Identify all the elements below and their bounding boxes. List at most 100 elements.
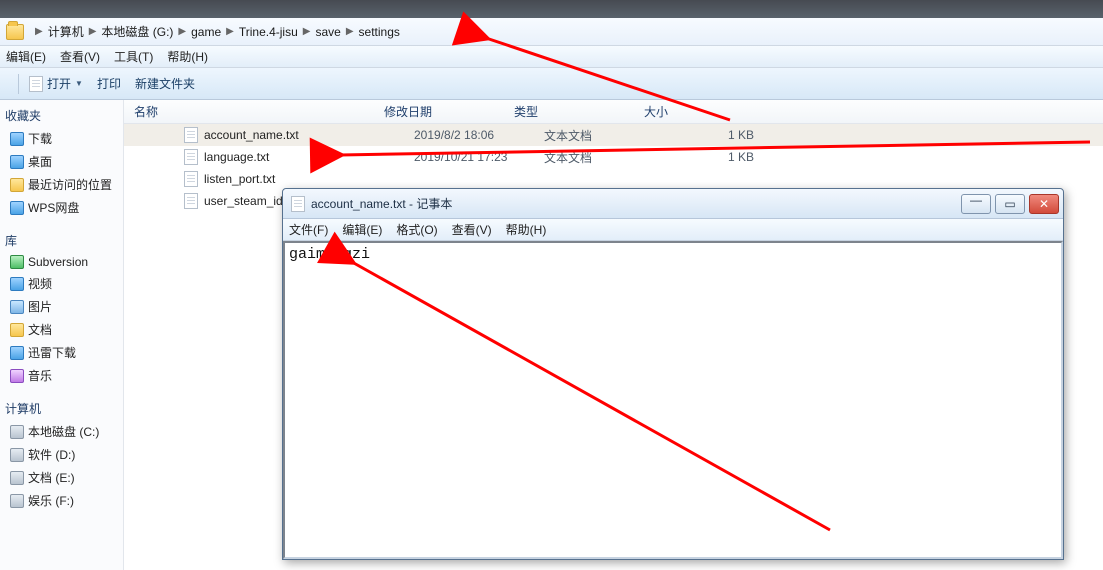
file-size: 1 KB bbox=[674, 150, 794, 164]
menu-file[interactable]: 文件(F) bbox=[289, 221, 328, 238]
thunder-icon bbox=[10, 346, 24, 360]
column-header-name[interactable]: 名称 bbox=[124, 103, 384, 120]
sidebar-item-label: 娱乐 (F:) bbox=[28, 492, 74, 509]
notepad-textarea[interactable] bbox=[285, 243, 1061, 557]
toolbar-separator bbox=[18, 74, 19, 94]
close-button[interactable]: ✕ bbox=[1029, 194, 1059, 214]
file-row[interactable]: language.txt2019/10/21 17:23文本文档1 KB bbox=[124, 146, 1103, 168]
navigation-pane: 收藏夹 下载 桌面 最近访问的位置 WPS网盘 库 Subversion 视频 … bbox=[0, 100, 124, 570]
file-name: listen_port.txt bbox=[204, 172, 414, 186]
sidebar-item-label: 视频 bbox=[28, 275, 52, 292]
maximize-button[interactable]: ▭ bbox=[995, 194, 1025, 214]
file-row[interactable]: listen_port.txt bbox=[124, 168, 1103, 190]
cloud-icon bbox=[10, 201, 24, 215]
breadcrumb-segment[interactable]: game bbox=[191, 25, 221, 39]
breadcrumb-segment[interactable]: Trine.4-jisu bbox=[239, 25, 298, 39]
menu-view[interactable]: 查看(V) bbox=[60, 48, 100, 65]
menu-view[interactable]: 查看(V) bbox=[452, 221, 492, 238]
breadcrumb-segment[interactable]: 本地磁盘 (G:) bbox=[101, 23, 173, 40]
drive-icon bbox=[10, 425, 24, 439]
notepad-menubar: 文件(F) 编辑(E) 格式(O) 查看(V) 帮助(H) bbox=[283, 219, 1063, 241]
close-icon: ✕ bbox=[1039, 197, 1049, 211]
sidebar-item-label: 本地磁盘 (C:) bbox=[28, 423, 99, 440]
sidebar-item[interactable]: 文档 (E:) bbox=[0, 466, 123, 489]
sidebar-item[interactable]: 图片 bbox=[0, 295, 123, 318]
sidebar-heading-label: 库 bbox=[5, 232, 17, 249]
notepad-titlebar[interactable]: account_name.txt - 记事本 — ▭ ✕ bbox=[283, 189, 1063, 219]
sidebar-item[interactable]: 软件 (D:) bbox=[0, 443, 123, 466]
sidebar-item-label: 文档 (E:) bbox=[28, 469, 75, 486]
desktop-background-strip bbox=[0, 0, 1103, 20]
address-bar[interactable]: ▶ 计算机 ▶ 本地磁盘 (G:) ▶ game ▶ Trine.4-jisu … bbox=[0, 18, 1103, 46]
column-headers: 名称 修改日期 类型 大小 bbox=[124, 100, 1103, 124]
document-icon bbox=[184, 171, 198, 187]
chevron-down-icon: ▼ bbox=[75, 79, 83, 88]
drive-icon bbox=[10, 471, 24, 485]
document-icon bbox=[291, 196, 305, 212]
sidebar-item-label: Subversion bbox=[28, 255, 88, 269]
svn-icon bbox=[10, 255, 24, 269]
sidebar-item[interactable]: 音乐 bbox=[0, 364, 123, 387]
menu-help[interactable]: 帮助(H) bbox=[167, 48, 208, 65]
sidebar-item-label: 桌面 bbox=[28, 153, 52, 170]
explorer-menubar: 编辑(E) 查看(V) 工具(T) 帮助(H) bbox=[0, 46, 1103, 68]
document-icon bbox=[184, 149, 198, 165]
chevron-right-icon: ▶ bbox=[35, 26, 43, 37]
menu-edit[interactable]: 编辑(E) bbox=[6, 48, 46, 65]
sidebar-item[interactable]: 迅雷下载 bbox=[0, 341, 123, 364]
file-size: 1 KB bbox=[674, 128, 794, 142]
sidebar-item[interactable]: 本地磁盘 (C:) bbox=[0, 420, 123, 443]
file-name: account_name.txt bbox=[204, 128, 414, 142]
recent-icon bbox=[10, 178, 24, 192]
sidebar-item[interactable]: WPS网盘 bbox=[0, 196, 123, 219]
sidebar-item-label: 图片 bbox=[28, 298, 52, 315]
file-date: 2019/8/2 18:06 bbox=[414, 128, 544, 142]
breadcrumb-segment[interactable]: 计算机 bbox=[48, 23, 84, 40]
chevron-right-icon: ▶ bbox=[178, 26, 186, 37]
menu-format[interactable]: 格式(O) bbox=[396, 221, 437, 238]
file-row[interactable]: account_name.txt2019/8/2 18:06文本文档1 KB bbox=[124, 124, 1103, 146]
folder-icon bbox=[6, 24, 24, 40]
file-type: 文本文档 bbox=[544, 127, 674, 144]
explorer-toolbar: 打开 ▼ 打印 新建文件夹 bbox=[0, 68, 1103, 100]
sidebar-group-favorites[interactable]: 收藏夹 bbox=[0, 104, 123, 127]
music-icon bbox=[10, 369, 24, 383]
new-folder-button[interactable]: 新建文件夹 bbox=[135, 75, 195, 92]
sidebar-item[interactable]: 桌面 bbox=[0, 150, 123, 173]
menu-edit[interactable]: 编辑(E) bbox=[342, 221, 382, 238]
open-button[interactable]: 打开 ▼ bbox=[29, 75, 83, 92]
picture-icon bbox=[10, 300, 24, 314]
breadcrumb-segment[interactable]: settings bbox=[359, 25, 400, 39]
sidebar-item-label: 下载 bbox=[28, 130, 52, 147]
sidebar-item-label: WPS网盘 bbox=[28, 199, 79, 216]
column-header-size[interactable]: 大小 bbox=[644, 103, 764, 120]
menu-help[interactable]: 帮助(H) bbox=[506, 221, 547, 238]
sidebar-item-label: 文档 bbox=[28, 321, 52, 338]
minimize-icon: — bbox=[970, 193, 982, 207]
drive-icon bbox=[10, 494, 24, 508]
sidebar-item[interactable]: 娱乐 (F:) bbox=[0, 489, 123, 512]
sidebar-item[interactable]: 视频 bbox=[0, 272, 123, 295]
document-icon bbox=[184, 127, 198, 143]
column-header-type[interactable]: 类型 bbox=[514, 103, 644, 120]
sidebar-item[interactable]: 下载 bbox=[0, 127, 123, 150]
chevron-right-icon: ▶ bbox=[303, 26, 311, 37]
notepad-window: account_name.txt - 记事本 — ▭ ✕ 文件(F) 编辑(E)… bbox=[282, 188, 1064, 560]
sidebar-item[interactable]: 文档 bbox=[0, 318, 123, 341]
column-header-date[interactable]: 修改日期 bbox=[384, 103, 514, 120]
video-icon bbox=[10, 277, 24, 291]
sidebar-heading-label: 收藏夹 bbox=[5, 107, 41, 124]
minimize-button[interactable]: — bbox=[961, 194, 991, 214]
chevron-right-icon: ▶ bbox=[346, 26, 354, 37]
sidebar-group-libraries[interactable]: 库 bbox=[0, 229, 123, 252]
sidebar-group-computer[interactable]: 计算机 bbox=[0, 397, 123, 420]
menu-tools[interactable]: 工具(T) bbox=[114, 48, 153, 65]
desktop-icon bbox=[10, 155, 24, 169]
print-button[interactable]: 打印 bbox=[97, 75, 121, 92]
sidebar-item-label: 音乐 bbox=[28, 367, 52, 384]
sidebar-item[interactable]: Subversion bbox=[0, 252, 123, 272]
breadcrumb-segment[interactable]: save bbox=[315, 25, 340, 39]
sidebar-item[interactable]: 最近访问的位置 bbox=[0, 173, 123, 196]
notepad-title: account_name.txt - 记事本 bbox=[311, 195, 961, 212]
file-type: 文本文档 bbox=[544, 149, 674, 166]
